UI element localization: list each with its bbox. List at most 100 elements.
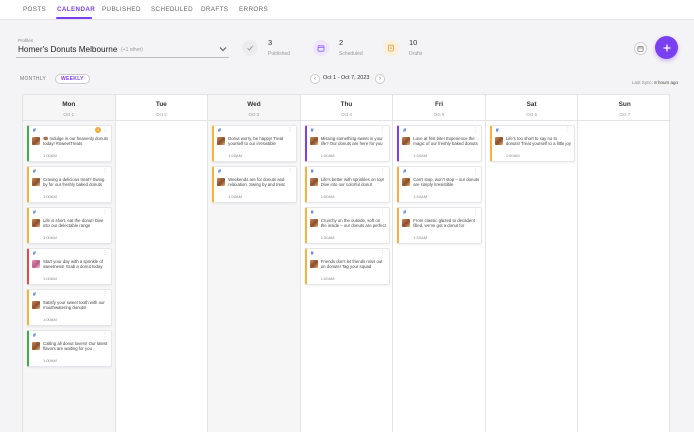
hashtag-icon: # xyxy=(33,128,36,134)
more-options-icon[interactable]: ⋮ xyxy=(380,168,385,174)
tab-published[interactable]: PUBLISHED xyxy=(102,6,141,13)
post-time: 1:00AM xyxy=(43,153,57,158)
scheduled-stat-icon xyxy=(313,40,329,56)
more-options-icon[interactable]: ⋮ xyxy=(103,168,108,174)
more-options-icon[interactable]: ⋮ xyxy=(473,127,478,133)
tab-calendar[interactable]: CALENDAR xyxy=(57,6,95,13)
post-time: 1:00AM xyxy=(320,194,335,199)
post-text: Weekends are for donuts and relaxation. … xyxy=(228,177,285,188)
post-card[interactable]: # ⋮ Love at first bite! Experience the mag… xyxy=(397,125,483,162)
post-time: 1:00AM xyxy=(43,358,57,363)
day-column-sat: Sat Oct 6 # ⋮ Life's too short to say no to … xyxy=(485,95,579,432)
drafts-count: 10 xyxy=(409,38,418,47)
post-thumbnail xyxy=(217,137,226,145)
hashtag-icon: # xyxy=(33,333,36,339)
more-options-icon[interactable]: ⋮ xyxy=(103,209,108,215)
post-thumbnail xyxy=(309,219,318,227)
tab-errors[interactable]: ERRORS xyxy=(239,6,268,13)
more-options-icon[interactable]: ⋮ xyxy=(380,209,385,215)
published-label: Published xyxy=(268,51,290,57)
post-text: Satisfy your sweet tooth with our mouthw… xyxy=(43,300,105,311)
calendar-icon xyxy=(317,45,325,52)
warning-icon: ! xyxy=(95,127,101,133)
date-range: Oct 1 - Oct 7, 2023 xyxy=(323,75,370,81)
post-card[interactable]: # ⋮ Crunchy on the outside, soft on the in… xyxy=(304,207,390,244)
post-card[interactable]: # ⋮ Donut worry, be happy! Treat yourself … xyxy=(212,125,298,162)
more-options-icon[interactable]: ⋮ xyxy=(103,291,108,297)
more-options-icon[interactable]: ⋮ xyxy=(473,209,478,215)
last-sync: Last Sync: 8 hours ago xyxy=(632,80,678,85)
next-week-button[interactable]: › xyxy=(375,74,385,84)
post-card[interactable]: # ⋮ Missing something sweet in your life? … xyxy=(304,125,390,162)
post-text: Love at first bite! Experience the magic… xyxy=(413,136,478,147)
post-thumbnail xyxy=(217,178,226,186)
post-card[interactable]: # ⋮ Satisfy your sweet tooth with our mout… xyxy=(27,289,112,326)
post-text: Life's better with sprinkles on top! Div… xyxy=(320,177,385,188)
more-options-icon[interactable]: ⋮ xyxy=(473,168,478,174)
post-card[interactable]: # ⋮ Start your day with a sprinkle of swee… xyxy=(27,248,112,285)
prev-week-button[interactable]: ‹ xyxy=(310,74,320,84)
drafts-stat-icon xyxy=(383,40,399,56)
post-time: 1:00AM xyxy=(43,276,57,281)
post-text: Donut worry, be happy! Treat yourself to… xyxy=(228,136,284,147)
more-options-icon[interactable]: ⋮ xyxy=(288,127,293,133)
more-options-icon[interactable]: ⋮ xyxy=(103,332,108,338)
week-calendar: Mon Oct 1 #! ⋮ 🍩 Indulge in our heavenly don… xyxy=(22,94,671,432)
hashtag-icon: # xyxy=(218,169,221,175)
more-options-icon[interactable]: ⋮ xyxy=(565,127,570,133)
post-card[interactable]: #! ⋮ 🍩 Indulge in our heavenly donuts toda… xyxy=(27,125,112,162)
post-card[interactable]: # ⋮ Calling all donut lovers! Our latest f… xyxy=(27,330,112,367)
post-card[interactable]: # ⋮ Life's too short to say no to donuts! … xyxy=(489,125,575,162)
day-header: Sat Oct 6 xyxy=(485,95,578,121)
day-name: Wed xyxy=(247,101,261,108)
post-text: From classic glazed to decadent filled, … xyxy=(413,218,475,229)
more-options-icon[interactable]: ⋮ xyxy=(380,127,385,133)
post-text: Crunchy on the outside, soft on the insi… xyxy=(320,218,386,229)
chevron-left-icon: ‹ xyxy=(314,76,316,82)
add-post-button[interactable] xyxy=(655,36,678,59)
check-icon xyxy=(247,45,253,51)
post-card[interactable]: # ⋮ Weekends are for donuts and relaxation… xyxy=(212,166,298,203)
tab-drafts[interactable]: DRAFTS xyxy=(201,6,228,13)
post-text: Craving a delicious treat? Swing by for … xyxy=(43,177,105,188)
more-options-icon[interactable]: ⋮ xyxy=(288,168,293,174)
post-text: Life's too short to say no to donuts! Tr… xyxy=(505,136,572,147)
post-thumbnail xyxy=(402,219,411,227)
post-thumbnail xyxy=(494,137,503,145)
view-monthly-button[interactable]: MONTHLY xyxy=(20,76,46,82)
tab-posts[interactable]: POSTS xyxy=(23,6,46,13)
day-column-mon: Mon Oct 1 #! ⋮ 🍩 Indulge in our heavenly don… xyxy=(23,95,116,432)
hashtag-icon: # xyxy=(403,169,407,175)
more-options-icon[interactable]: ⋮ xyxy=(380,250,385,256)
scheduled-count: 2 xyxy=(339,38,344,47)
day-name: Tue xyxy=(155,101,167,108)
day-column-tue: Tue Oct 2 xyxy=(115,95,209,432)
post-card[interactable]: # ⋮ Life is short, eat the donut! Dive int… xyxy=(27,207,112,244)
day-date: Oct 6 xyxy=(526,112,537,117)
post-thumbnail xyxy=(309,137,318,145)
day-header: Wed Oct 3 xyxy=(208,95,300,121)
post-card[interactable]: # ⋮ Can't stop, won't stop – our donuts ar… xyxy=(397,166,483,203)
post-thumbnail xyxy=(309,260,318,268)
post-thumbnail xyxy=(32,260,40,268)
post-card[interactable]: # ⋮ Craving a delicious treat? Swing by fo… xyxy=(27,166,112,203)
post-thumbnail xyxy=(309,178,318,186)
post-card[interactable]: # ⋮ Life's better with sprinkles on top! D… xyxy=(304,166,390,203)
more-options-icon[interactable]: ⋮ xyxy=(103,127,108,133)
tab-scheduled[interactable]: SCHEDULED xyxy=(151,6,193,13)
post-time: 1:00AM xyxy=(228,194,242,199)
post-thumbnail xyxy=(32,342,40,350)
scheduled-label: Scheduled xyxy=(339,51,363,57)
calendar-view-button[interactable] xyxy=(634,42,647,55)
post-text: Calling all donut lovers! Our latest fla… xyxy=(43,341,108,352)
post-card[interactable]: # ⋮ From classic glazed to decadent filled… xyxy=(397,207,483,244)
view-weekly-button[interactable]: WEEKLY xyxy=(55,74,90,84)
profile-select[interactable]: Homer's Donuts Melbourne (+1 other) xyxy=(16,43,229,58)
day-column-wed: Wed Oct 3 # ⋮ Donut worry, be happy! Treat y… xyxy=(208,95,301,432)
post-card[interactable]: # ⋮ Friends don't let friends miss out on … xyxy=(304,248,390,285)
post-time: 1:00AM xyxy=(413,153,428,158)
more-options-icon[interactable]: ⋮ xyxy=(103,250,108,256)
post-time: 1:00AM xyxy=(228,153,242,158)
draft-icon xyxy=(388,44,394,52)
hashtag-icon: # xyxy=(310,169,314,175)
